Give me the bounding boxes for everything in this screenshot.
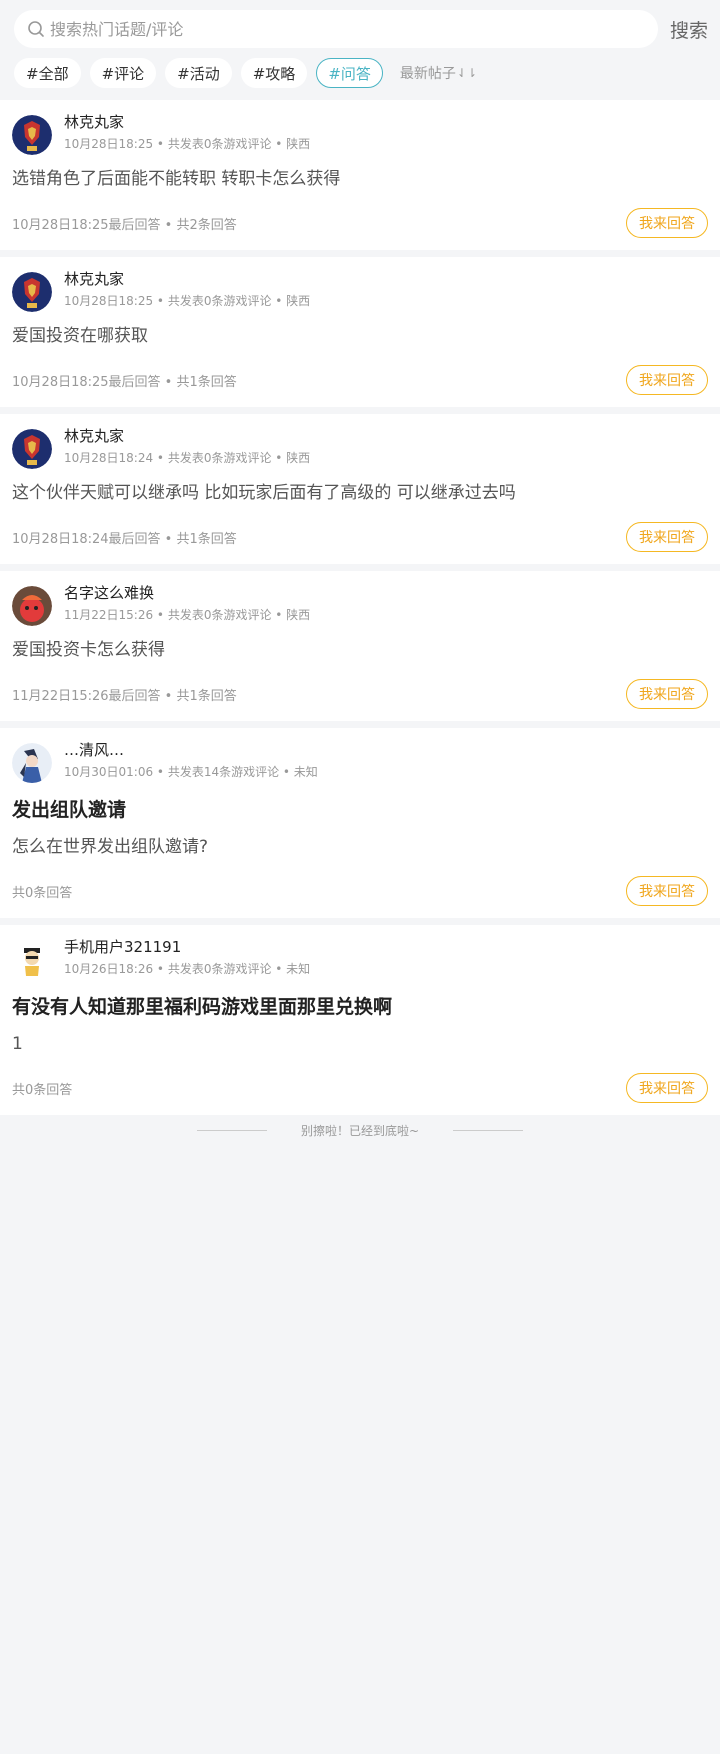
post-title[interactable]: 有没有人知道那里福利码游戏里面那里兑换啊 <box>12 994 708 1020</box>
tag-review[interactable]: #评论 <box>89 58 157 88</box>
post-meta: 10月28日18:25 • 共发表0条游戏评论 • 陕西 <box>64 137 311 151</box>
user-name[interactable]: 林克丸家 <box>64 269 310 289</box>
answer-stat: 10月28日18:24最后回答 • 共1条回答 <box>12 531 237 547</box>
post-body: 1 <box>12 1034 23 1054</box>
post-card[interactable]: 手机用户321191 10月26日18:26 • 共发表0条游戏评论 • 未知 … <box>0 925 720 1115</box>
tag-filter-bar: #全部 #评论 #活动 #攻略 #问答 最新帖子 ⇃⇂ <box>14 58 708 88</box>
avatar[interactable] <box>12 115 52 155</box>
tag-all[interactable]: #全部 <box>14 58 81 88</box>
answer-stat: 共0条回答 <box>12 885 73 901</box>
answer-button[interactable]: 我来回答 <box>626 876 708 906</box>
user-name[interactable]: 林克丸家 <box>64 426 310 446</box>
avatar[interactable] <box>12 429 52 469</box>
end-text: 别擦啦！已经到底啦~ <box>300 1124 420 1138</box>
post-title[interactable]: 发出组队邀请 <box>12 797 708 823</box>
sort-dropdown[interactable]: 最新帖子 ⇃⇂ <box>400 63 477 83</box>
answer-stat: 10月28日18:25最后回答 • 共2条回答 <box>12 217 237 233</box>
avatar[interactable] <box>12 586 52 626</box>
post-card[interactable]: 名字这么难换 11月22日15:26 • 共发表0条游戏评论 • 陕西 爱国投资… <box>0 571 720 721</box>
post-body: 这个伙伴天赋可以继承吗 比如玩家后面有了高级的 可以继承过去吗 <box>12 483 516 503</box>
answer-button[interactable]: 我来回答 <box>626 1073 708 1103</box>
sort-label: 最新帖子 <box>399 66 456 82</box>
tag-qa[interactable]: #问答 <box>316 58 383 88</box>
answer-stat: 11月22日15:26最后回答 • 共1条回答 <box>12 688 237 704</box>
top-bar: 搜索 #全部 #评论 #活动 #攻略 #问答 最新帖子 ⇃⇂ <box>0 0 720 100</box>
user-name[interactable]: 手机用户321191 <box>64 937 310 957</box>
avatar[interactable] <box>12 743 52 783</box>
avatar[interactable] <box>12 940 52 980</box>
end-of-list: 别擦啦！已经到底啦~ <box>0 1122 720 1139</box>
post-body: 爱国投资卡怎么获得 <box>12 640 165 660</box>
post-body: 怎么在世界发出组队邀请? <box>12 837 209 857</box>
search-box[interactable] <box>14 10 658 48</box>
search-input[interactable] <box>50 19 658 39</box>
post-body: 选错角色了后面能不能转职 转职卡怎么获得 <box>12 169 341 189</box>
answer-button[interactable]: 我来回答 <box>626 522 708 552</box>
sort-arrows-icon: ⇃⇂ <box>456 66 477 80</box>
answer-button[interactable]: 我来回答 <box>626 365 708 395</box>
divider <box>196 1130 267 1131</box>
post-meta: 11月22日15:26 • 共发表0条游戏评论 • 陕西 <box>64 608 311 622</box>
answer-button[interactable]: 我来回答 <box>626 679 708 709</box>
avatar[interactable] <box>12 272 52 312</box>
answer-stat: 共0条回答 <box>12 1082 73 1098</box>
post-list: 林克丸家 10月28日18:25 • 共发表0条游戏评论 • 陕西 选错角色了后… <box>0 100 720 1115</box>
post-meta: 10月30日01:06 • 共发表14条游戏评论 • 未知 <box>64 765 318 779</box>
tag-guide[interactable]: #攻略 <box>240 58 308 88</box>
search-icon <box>28 21 44 37</box>
user-name[interactable]: …清风… <box>64 740 318 760</box>
divider <box>453 1130 524 1131</box>
post-meta: 10月28日18:24 • 共发表0条游戏评论 • 陕西 <box>64 451 311 465</box>
post-card[interactable]: …清风… 10月30日01:06 • 共发表14条游戏评论 • 未知 发出组队邀… <box>0 728 720 918</box>
post-card[interactable]: 林克丸家 10月28日18:25 • 共发表0条游戏评论 • 陕西 选错角色了后… <box>0 100 720 250</box>
post-card[interactable]: 林克丸家 10月28日18:24 • 共发表0条游戏评论 • 陕西 这个伙伴天赋… <box>0 414 720 564</box>
user-name[interactable]: 林克丸家 <box>64 112 310 132</box>
post-meta: 10月28日18:25 • 共发表0条游戏评论 • 陕西 <box>64 294 311 308</box>
post-meta: 10月26日18:26 • 共发表0条游戏评论 • 未知 <box>64 962 311 976</box>
answer-stat: 10月28日18:25最后回答 • 共1条回答 <box>12 374 237 390</box>
tag-event[interactable]: #活动 <box>165 58 232 88</box>
user-name[interactable]: 名字这么难换 <box>64 583 310 603</box>
search-button[interactable]: 搜索 <box>670 16 708 43</box>
answer-button[interactable]: 我来回答 <box>626 208 708 238</box>
post-card[interactable]: 林克丸家 10月28日18:25 • 共发表0条游戏评论 • 陕西 爱国投资在哪… <box>0 257 720 407</box>
post-body: 爱国投资在哪获取 <box>12 326 148 346</box>
search-row: 搜索 <box>14 10 708 48</box>
